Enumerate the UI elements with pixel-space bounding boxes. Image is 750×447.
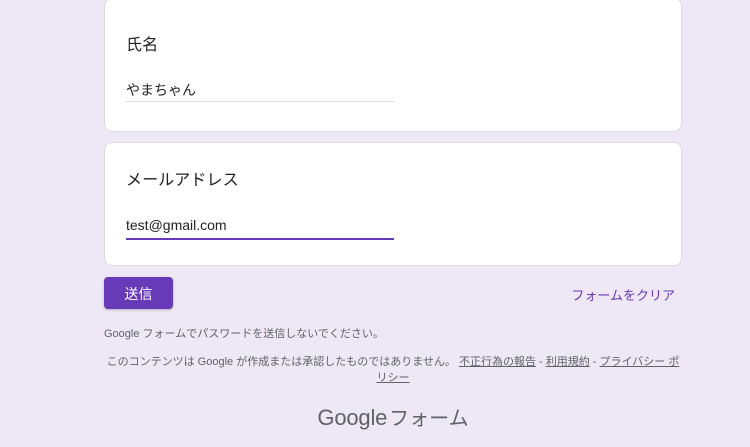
report-abuse-link[interactable]: 不正行為の報告 [459, 356, 536, 368]
form-page: 氏名 やまちゃん メールアドレス test@gmail.com 送信 フォームを… [0, 0, 750, 447]
submit-button[interactable]: 送信 [104, 277, 173, 309]
disclaimer: このコンテンツは Google が作成または承認したものではありません。 不正行… [104, 354, 682, 386]
brand-forms: フォーム [389, 406, 469, 430]
email-input[interactable]: test@gmail.com [126, 217, 394, 240]
form-actions: 送信 フォームをクリア [104, 277, 682, 309]
clear-form-button[interactable]: フォームをクリア [571, 285, 675, 304]
password-notice: Google フォームでパスワードを送信しないでください。 [104, 328, 384, 340]
disclaimer-text: このコンテンツは Google が作成または承認したものではありません。 [106, 356, 456, 368]
question-title-email: メールアドレス [126, 172, 239, 189]
google-forms-logo[interactable]: Google フォーム [104, 402, 682, 431]
terms-link[interactable]: 利用規約 [546, 356, 590, 368]
name-input[interactable]: やまちゃん [126, 80, 394, 102]
question-card-email: メールアドレス test@gmail.com [104, 142, 682, 266]
separator: - [535, 356, 546, 368]
separator: - [589, 356, 600, 368]
brand-google: Google [317, 405, 388, 430]
question-title-name: 氏名 [126, 37, 159, 54]
question-card-name: 氏名 やまちゃん [104, 0, 682, 132]
